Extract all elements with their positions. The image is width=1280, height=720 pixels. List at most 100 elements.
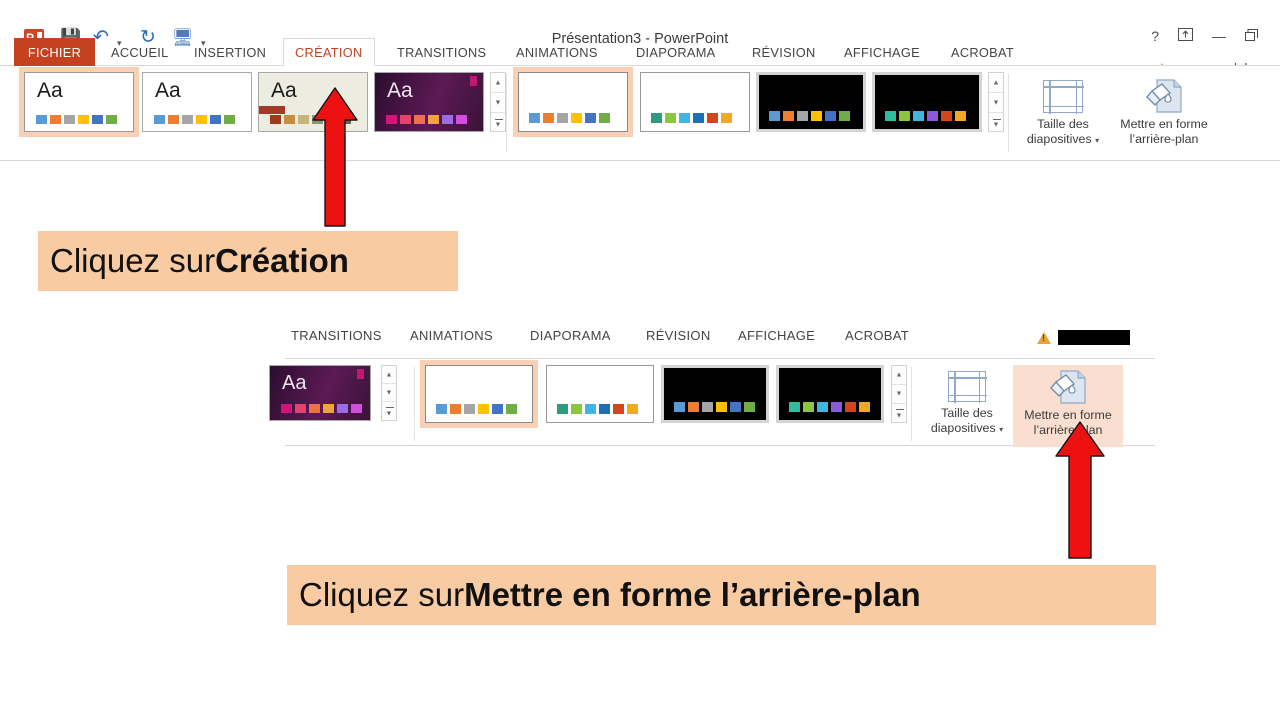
slide-size-button[interactable]: Taille des diapositives ▾ — [921, 365, 1013, 447]
tab-animations[interactable]: ANIMATIONS — [505, 38, 609, 66]
slide-size-caret-icon[interactable]: ▾ — [999, 425, 1003, 434]
themes-scroll-spinner[interactable]: ▲ ▼ ▼ — [490, 72, 506, 132]
variants-scroll-up-button[interactable]: ▲ — [892, 366, 906, 385]
more-caret-icon: ▼ — [494, 121, 502, 129]
variant-thumbnail-3[interactable] — [661, 365, 769, 423]
theme-decor-band — [259, 106, 285, 114]
variants-group: ▲ ▼ ▼ — [513, 67, 1004, 154]
tab-acrobat[interactable]: ACROBAT — [940, 38, 1025, 66]
variant-thumbnail-1[interactable] — [513, 67, 633, 137]
slide-size-label-line1: Taille des — [941, 406, 993, 420]
format-background-label-line1: Mettre en forme — [1120, 117, 1208, 131]
ribbon-body-crop: Aa ▲ ▼ ▼ ▲ ▼ ▼ Taille des diapositives ▾… — [269, 358, 1155, 447]
callout-format-background-bold: Mettre en forme l’arrière-plan — [464, 575, 921, 613]
tab-insertion[interactable]: INSERTION — [183, 38, 277, 66]
tab-fichier[interactable]: FICHIER — [14, 38, 95, 66]
variants-more-button[interactable]: ▼ — [892, 404, 906, 423]
more-caret-icon: ▼ — [895, 412, 903, 420]
slide-size-label-line2: diapositives ▾ — [1018, 132, 1108, 148]
variants-scroll-spinner[interactable]: ▲ ▼ ▼ — [891, 365, 907, 423]
tab-transitions[interactable]: TRANSITIONS — [291, 328, 382, 343]
more-bar-icon — [896, 409, 904, 410]
arrow-to-format-background-button — [1052, 420, 1108, 565]
theme-swatches — [154, 115, 235, 124]
variant-swatches — [674, 402, 755, 412]
themes-scroll-up-button[interactable]: ▲ — [491, 73, 505, 93]
variant-thumbnail-2[interactable] — [640, 72, 750, 132]
variant-swatches — [529, 113, 610, 123]
more-bar-icon — [495, 119, 503, 120]
customize-group: Taille des diapositives ▾ Mettre en form… — [1018, 72, 1214, 154]
variant-thumbnail-4[interactable] — [776, 365, 884, 423]
title-bar: 💾 ↶ ▾ ↻ 🖥 ▾ Présentation3 - PowerPoint ?… — [0, 0, 1280, 76]
chevron-up-icon: ▲ — [992, 79, 1000, 86]
tutorial-slide: 💾 ↶ ▾ ↻ 🖥 ▾ Présentation3 - PowerPoint ?… — [0, 0, 1280, 720]
theme-thumbnail-berlin[interactable]: Aa — [374, 72, 484, 132]
variants-group-crop: ▲ ▼ ▼ — [420, 360, 907, 447]
variant-swatches — [885, 111, 966, 121]
account-name-redaction — [1058, 330, 1130, 345]
themes-more-button[interactable]: ▼ — [491, 113, 505, 133]
themes-group-crop: Aa ▲ ▼ ▼ — [269, 365, 405, 447]
callout-creation-prefix: Cliquez sur — [50, 241, 216, 279]
tab-acrobat[interactable]: ACROBAT — [845, 328, 909, 343]
theme-aa-label: Aa — [282, 372, 307, 394]
theme-swatches — [36, 115, 117, 124]
group-divider — [414, 367, 415, 441]
variants-scroll-down-button[interactable]: ▼ — [989, 93, 1003, 113]
variant-swatches — [436, 404, 517, 414]
tab-diaporama[interactable]: DIAPORAMA — [625, 38, 727, 66]
tab-affichage[interactable]: AFFICHAGE — [738, 328, 815, 343]
variants-scroll-spinner[interactable]: ▲ ▼ ▼ — [988, 72, 1004, 132]
slide-size-button[interactable]: Taille des diapositives ▾ — [1018, 72, 1108, 154]
ribbon-body: Aa Aa Aa Aa ▲ ▼ ▼ ▲ ▼ ▼ Taille des diapo… — [0, 66, 1280, 161]
variants-scroll-up-button[interactable]: ▲ — [989, 73, 1003, 93]
variant-thumbnail-2[interactable] — [546, 365, 654, 423]
tab-transitions[interactable]: TRANSITIONS — [386, 38, 497, 66]
variants-more-button[interactable]: ▼ — [989, 113, 1003, 133]
slide-size-icon — [947, 370, 987, 403]
chevron-down-icon: ▼ — [494, 99, 502, 106]
powerpoint-window: 💾 ↶ ▾ ↻ 🖥 ▾ Présentation3 - PowerPoint ?… — [0, 0, 1280, 161]
theme-swatches — [386, 115, 467, 124]
variant-thumbnail-3[interactable] — [756, 72, 866, 132]
slide-size-caret-icon[interactable]: ▾ — [1095, 136, 1099, 145]
theme-thumbnail-office[interactable]: Aa — [19, 67, 139, 137]
tab-revision[interactable]: RÉVISION — [741, 38, 827, 66]
themes-scroll-down-button[interactable]: ▼ — [491, 93, 505, 113]
theme-thumbnail-facet[interactable]: Aa — [142, 72, 252, 132]
callout-creation-bold: Création — [215, 241, 349, 279]
arrow-to-creation-tab — [311, 86, 359, 233]
callout-format-background-prefix: Cliquez sur — [299, 575, 465, 613]
tab-revision[interactable]: RÉVISION — [646, 328, 711, 343]
format-background-label-line2: l’arrière-plan — [1129, 132, 1199, 146]
account-area-redacted[interactable] — [1037, 330, 1130, 345]
format-background-button[interactable]: Mettre en forme l’arrière-plan — [1112, 72, 1216, 154]
chevron-down-icon: ▼ — [992, 99, 1000, 106]
tab-diaporama[interactable]: DIAPORAMA — [530, 328, 611, 343]
theme-thumbnail-berlin[interactable]: Aa — [269, 365, 371, 421]
theme-pin-icon — [357, 369, 364, 379]
themes-scroll-spinner[interactable]: ▲ ▼ ▼ — [381, 365, 397, 421]
variants-scroll-down-button[interactable]: ▼ — [892, 385, 906, 404]
themes-scroll-down-button[interactable]: ▼ — [382, 384, 396, 402]
variant-thumbnail-4[interactable] — [872, 72, 982, 132]
slide-size-label-text: diapositives — [930, 421, 996, 435]
format-background-icon — [1047, 369, 1089, 405]
tab-affichage[interactable]: AFFICHAGE — [833, 38, 931, 66]
variant-thumbnail-1[interactable] — [420, 360, 538, 428]
slide-size-label-line1: Taille des — [1037, 117, 1089, 131]
tab-creation[interactable]: CRÉATION — [283, 38, 375, 67]
chevron-down-icon: ▼ — [895, 390, 903, 398]
variant-swatches — [789, 402, 870, 412]
themes-more-button[interactable]: ▼ — [382, 402, 396, 420]
themes-scroll-up-button[interactable]: ▲ — [382, 366, 396, 384]
more-bar-icon — [386, 407, 394, 408]
group-divider — [506, 74, 507, 152]
theme-aa-label: Aa — [37, 79, 63, 102]
chevron-up-icon: ▲ — [385, 371, 393, 378]
tab-animations[interactable]: ANIMATIONS — [410, 328, 493, 343]
callout-creation: Cliquez sur Création — [38, 231, 458, 291]
themes-group: Aa Aa Aa Aa ▲ ▼ ▼ — [19, 67, 506, 154]
tab-accueil[interactable]: ACCUEIL — [100, 38, 180, 66]
